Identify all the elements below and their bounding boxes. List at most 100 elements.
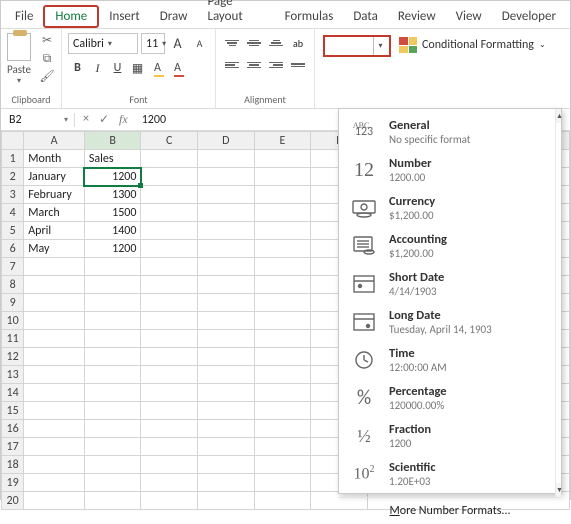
row-header[interactable]: 6 bbox=[2, 240, 24, 258]
cell[interactable] bbox=[254, 276, 311, 294]
cell[interactable] bbox=[24, 366, 85, 384]
cell[interactable] bbox=[141, 222, 198, 240]
tab-formulas[interactable]: Formulas bbox=[275, 5, 344, 28]
row-header[interactable]: 7 bbox=[2, 258, 24, 276]
cell[interactable] bbox=[254, 402, 311, 420]
align-left-button[interactable] bbox=[222, 55, 242, 75]
format-option-fraction[interactable]: ½Fraction1200 bbox=[339, 417, 555, 455]
tab-home[interactable]: Home bbox=[43, 5, 99, 28]
cell[interactable] bbox=[254, 240, 311, 258]
fx-icon[interactable]: fx bbox=[119, 112, 128, 127]
cell[interactable] bbox=[141, 204, 198, 222]
more-number-formats-button[interactable]: More Number Formats... bbox=[339, 497, 561, 524]
tab-view[interactable]: View bbox=[446, 5, 492, 28]
cell[interactable] bbox=[141, 258, 198, 276]
cell[interactable] bbox=[198, 312, 255, 330]
cell[interactable]: February bbox=[24, 186, 85, 204]
cell[interactable] bbox=[84, 258, 141, 276]
cell[interactable] bbox=[198, 330, 255, 348]
cell[interactable] bbox=[198, 402, 255, 420]
cell[interactable] bbox=[141, 168, 198, 186]
cell[interactable] bbox=[141, 456, 198, 474]
cell[interactable] bbox=[24, 474, 85, 492]
cell[interactable] bbox=[84, 312, 141, 330]
format-option-long-date[interactable]: Long DateTuesday, April 14, 1903 bbox=[339, 303, 555, 341]
col-header-b[interactable]: B bbox=[84, 132, 141, 150]
cell[interactable] bbox=[198, 420, 255, 438]
cell[interactable] bbox=[141, 150, 198, 168]
fill-color-button[interactable]: A bbox=[148, 58, 167, 78]
col-header-e[interactable]: E bbox=[254, 132, 311, 150]
cell[interactable] bbox=[141, 330, 198, 348]
row-header[interactable]: 1 bbox=[2, 150, 24, 168]
align-right-button[interactable] bbox=[266, 55, 286, 75]
row-header[interactable]: 19 bbox=[2, 474, 24, 492]
cell[interactable] bbox=[198, 438, 255, 456]
row-header[interactable]: 5 bbox=[2, 222, 24, 240]
cell[interactable] bbox=[198, 258, 255, 276]
cell[interactable] bbox=[141, 240, 198, 258]
row-header[interactable]: 16 bbox=[2, 420, 24, 438]
align-center-button[interactable] bbox=[244, 55, 264, 75]
format-option-scientific[interactable]: 102Scientific1.20E+03 bbox=[339, 455, 555, 493]
tab-review[interactable]: Review bbox=[388, 5, 446, 28]
cell[interactable] bbox=[84, 456, 141, 474]
align-bottom-button[interactable] bbox=[266, 33, 286, 53]
cell[interactable]: March bbox=[24, 204, 85, 222]
cell[interactable]: Sales bbox=[84, 150, 141, 168]
cell[interactable] bbox=[84, 276, 141, 294]
cell[interactable] bbox=[141, 492, 198, 510]
cell[interactable] bbox=[84, 402, 141, 420]
scrollbar[interactable]: ▲ ▼ bbox=[555, 109, 561, 497]
row-header[interactable]: 13 bbox=[2, 366, 24, 384]
cell[interactable] bbox=[141, 294, 198, 312]
cell[interactable] bbox=[84, 384, 141, 402]
cell[interactable] bbox=[254, 150, 311, 168]
paste-button[interactable]: Paste ▾ bbox=[7, 33, 31, 86]
row-header[interactable]: 4 bbox=[2, 204, 24, 222]
row-header[interactable]: 9 bbox=[2, 294, 24, 312]
format-option-general[interactable]: ABC123GeneralNo specific format bbox=[339, 113, 555, 151]
cell[interactable] bbox=[254, 330, 311, 348]
cell[interactable] bbox=[254, 258, 311, 276]
cell[interactable] bbox=[198, 348, 255, 366]
format-option-number[interactable]: 12Number1200.00 bbox=[339, 151, 555, 189]
cell[interactable] bbox=[198, 366, 255, 384]
cell[interactable] bbox=[24, 276, 85, 294]
formula-input[interactable]: 1200 bbox=[136, 113, 166, 127]
cell[interactable] bbox=[24, 402, 85, 420]
cell[interactable] bbox=[254, 222, 311, 240]
merge-button[interactable] bbox=[288, 55, 308, 75]
row-header[interactable]: 20 bbox=[2, 492, 24, 510]
cell[interactable] bbox=[254, 474, 311, 492]
tab-data[interactable]: Data bbox=[343, 5, 388, 28]
cell[interactable] bbox=[141, 474, 198, 492]
cell[interactable] bbox=[254, 186, 311, 204]
name-box[interactable]: B2 ▾ bbox=[1, 113, 75, 127]
cell[interactable]: January bbox=[24, 168, 85, 186]
cell[interactable] bbox=[254, 204, 311, 222]
cell[interactable] bbox=[84, 438, 141, 456]
cell[interactable] bbox=[141, 366, 198, 384]
decrease-font-button[interactable]: A bbox=[190, 34, 209, 54]
cell[interactable] bbox=[24, 294, 85, 312]
italic-button[interactable]: I bbox=[88, 58, 107, 78]
wrap-text-button[interactable]: ab bbox=[288, 33, 308, 53]
cell[interactable]: 1200 bbox=[84, 168, 141, 186]
cell[interactable] bbox=[84, 366, 141, 384]
col-header-d[interactable]: D bbox=[198, 132, 255, 150]
cell[interactable] bbox=[84, 474, 141, 492]
underline-button[interactable]: U bbox=[108, 58, 127, 78]
cell[interactable] bbox=[24, 258, 85, 276]
col-header-c[interactable]: C bbox=[141, 132, 198, 150]
cell[interactable] bbox=[84, 492, 141, 510]
scroll-up-icon[interactable]: ▲ bbox=[556, 109, 561, 123]
cell[interactable] bbox=[198, 240, 255, 258]
format-option-time[interactable]: Time12:00:00 AM bbox=[339, 341, 555, 379]
cell[interactable] bbox=[198, 456, 255, 474]
cell[interactable] bbox=[198, 384, 255, 402]
format-option-short-date[interactable]: Short Date4/14/1903 bbox=[339, 265, 555, 303]
cell[interactable] bbox=[24, 312, 85, 330]
cell[interactable] bbox=[254, 168, 311, 186]
cell[interactable] bbox=[141, 348, 198, 366]
